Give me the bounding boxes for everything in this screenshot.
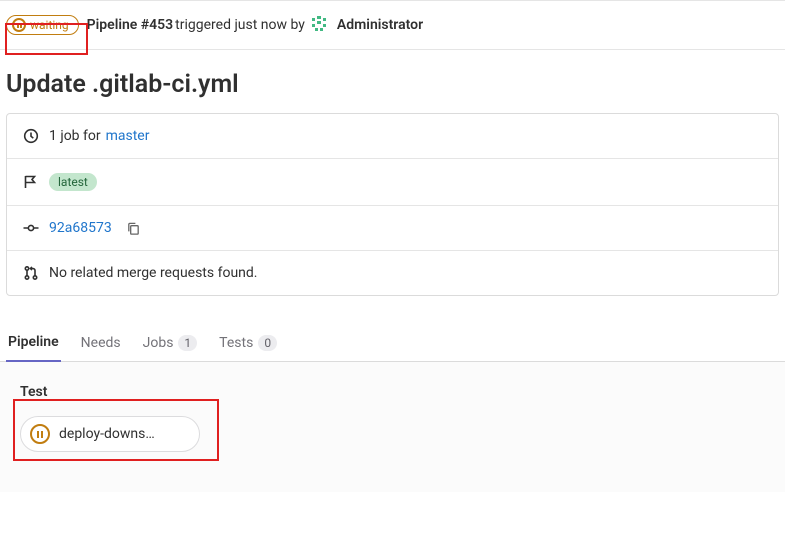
- copy-icon[interactable]: [126, 221, 141, 236]
- tab-label: Needs: [81, 335, 121, 351]
- tab-label: Jobs: [143, 335, 174, 351]
- tests-count-badge: 0: [258, 335, 277, 351]
- commit-row: 92a68573: [7, 206, 778, 251]
- sha-link[interactable]: 92a68573: [49, 220, 112, 236]
- tab-label: Tests: [219, 335, 253, 351]
- mr-text: No related merge requests found.: [49, 265, 257, 281]
- pipeline-info-card: 1 job for master latest 92a68573 No rela…: [6, 113, 779, 296]
- jobs-count-badge: 1: [178, 335, 197, 351]
- merge-request-icon: [23, 265, 39, 281]
- jobs-row: 1 job for master: [7, 114, 778, 159]
- status-text: waiting: [30, 18, 69, 32]
- commit-icon: [23, 220, 39, 236]
- pause-icon: [12, 18, 26, 32]
- flag-icon: [23, 174, 39, 190]
- tabs-bar: Pipeline Needs Jobs1 Tests 0: [0, 306, 785, 362]
- latest-tag: latest: [49, 173, 97, 191]
- pause-icon: [30, 424, 50, 444]
- pipeline-header: waiting Pipeline #453 triggered just now…: [0, 0, 785, 50]
- tab-tests[interactable]: Tests 0: [217, 324, 279, 361]
- pipeline-graph: Test deploy-downs…: [0, 362, 785, 492]
- triggered-text: triggered just now by: [175, 17, 305, 33]
- status-badge-waiting[interactable]: waiting: [6, 15, 79, 35]
- tab-jobs[interactable]: Jobs1: [141, 324, 200, 361]
- clock-icon: [23, 128, 39, 144]
- tags-row: latest: [7, 159, 778, 206]
- mr-row: No related merge requests found.: [7, 251, 778, 295]
- tab-label: Pipeline: [8, 334, 59, 350]
- branch-link[interactable]: master: [106, 128, 150, 144]
- pipeline-link[interactable]: Pipeline #453: [87, 17, 174, 33]
- user-link[interactable]: Administrator: [337, 17, 423, 33]
- jobs-count-text: 1 job for: [49, 128, 101, 144]
- tab-pipeline[interactable]: Pipeline: [6, 324, 61, 362]
- tab-needs[interactable]: Needs: [79, 324, 123, 361]
- stage-title: Test: [20, 384, 779, 400]
- avatar-icon[interactable]: [309, 15, 329, 35]
- page-title: Update .gitlab-ci.yml: [0, 50, 785, 113]
- job-pill[interactable]: deploy-downs…: [20, 416, 200, 452]
- job-name: deploy-downs…: [59, 426, 155, 442]
